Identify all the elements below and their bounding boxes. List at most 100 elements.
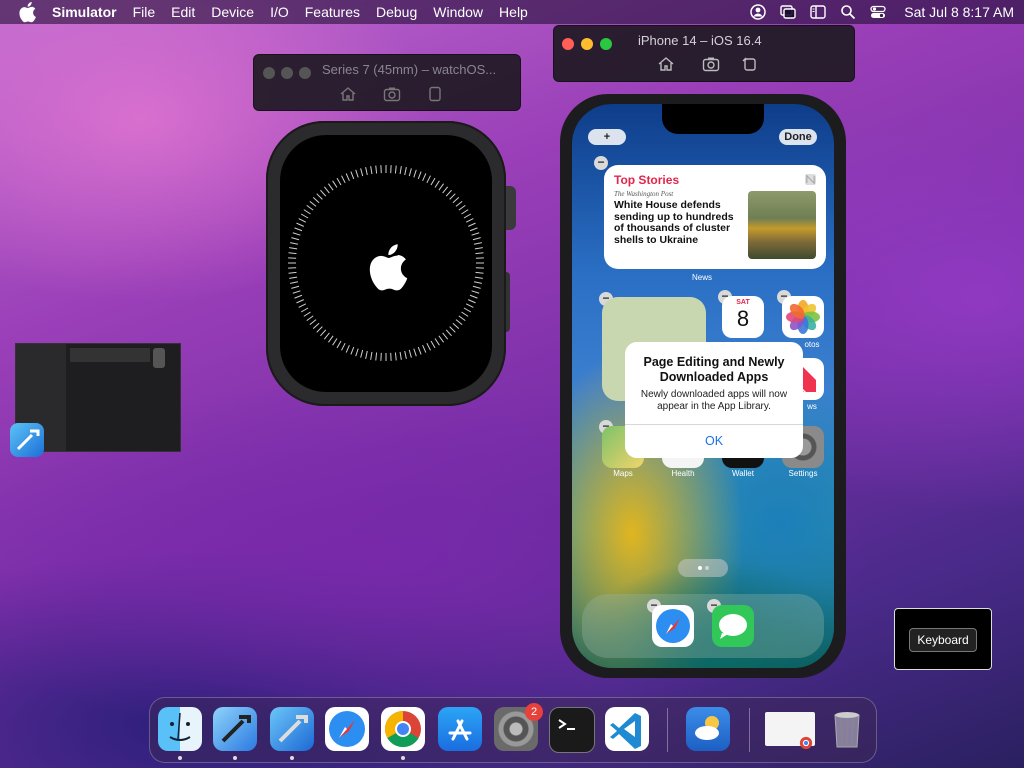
ring-tick [306, 204, 314, 211]
screenshot-icon[interactable] [383, 86, 401, 102]
ring-tick [327, 335, 334, 343]
running-indicator [290, 756, 294, 760]
xcode-hammer-icon [221, 715, 251, 743]
ring-tick [449, 326, 456, 333]
photos-app-icon[interactable] [782, 296, 824, 338]
ring-tick [365, 350, 368, 359]
minimized-chrome-window[interactable] [765, 712, 815, 750]
widget-headline: White House defends sending up to hundre… [614, 199, 734, 246]
ring-tick [445, 329, 452, 337]
photos-icon [786, 300, 820, 334]
ring-tick [320, 329, 327, 337]
sidebar-icon[interactable] [810, 4, 826, 20]
safari-app-icon[interactable] [325, 707, 369, 751]
ring-tick [438, 335, 445, 343]
control-center-icon[interactable] [870, 4, 886, 20]
news-thumbnail [748, 191, 816, 259]
menu-edit[interactable]: Edit [163, 0, 203, 24]
iphone-device: + Done − Top Stories The Washington Post… [560, 94, 846, 678]
rotate-icon[interactable] [426, 86, 444, 102]
alert-ok-button[interactable]: OK [625, 426, 803, 456]
iphone-close-button[interactable] [562, 38, 574, 50]
menu-debug[interactable]: Debug [368, 0, 425, 24]
screenshot-icon[interactable] [702, 56, 720, 72]
menu-io[interactable]: I/O [262, 0, 297, 24]
watch-screen[interactable] [280, 135, 492, 392]
ring-tick [449, 193, 456, 200]
app-store-icon[interactable] [438, 707, 482, 751]
remove-widget-button[interactable]: − [594, 156, 608, 170]
ring-tick [294, 294, 303, 299]
weather-app-icon[interactable] [686, 707, 730, 751]
ring-tick [355, 348, 359, 357]
menu-clock[interactable]: Sat Jul 8 8:17 AM [900, 0, 1014, 24]
home-icon[interactable] [657, 56, 675, 72]
watch-close-button[interactable] [263, 67, 275, 79]
dynamic-notch [662, 104, 764, 134]
watch-minimize-button[interactable] [281, 67, 293, 79]
home-icon[interactable] [339, 86, 357, 102]
menu-bar: Simulator File Edit Device I/O Features … [0, 0, 1024, 24]
ring-tick [336, 340, 342, 349]
wallet-label: Wallet [732, 469, 754, 478]
page-indicator[interactable] [678, 559, 728, 577]
rotate-icon[interactable] [741, 56, 759, 72]
ring-tick [289, 247, 298, 250]
watch-zoom-button[interactable] [299, 67, 311, 79]
iphone-zoom-button[interactable] [600, 38, 612, 50]
search-icon[interactable] [840, 4, 856, 20]
iphone-dock: − − [582, 594, 824, 658]
finder-app-icon[interactable] [158, 707, 202, 751]
messages-app-icon[interactable] [712, 605, 754, 647]
xcode-hammer-icon [278, 715, 308, 743]
ring-tick [399, 351, 402, 360]
calendar-app-icon[interactable]: SAT 8 [722, 296, 764, 338]
widget-heading: Top Stories [614, 173, 680, 187]
ring-tick [469, 227, 478, 232]
vscode-app-icon[interactable] [605, 707, 649, 751]
ring-tick [458, 315, 466, 322]
ring-tick [399, 166, 402, 175]
screen-mirroring-icon[interactable] [780, 4, 796, 20]
apple-menu-icon[interactable] [16, 0, 38, 24]
iphone-screen[interactable]: + Done − Top Stories The Washington Post… [572, 104, 834, 668]
menu-window[interactable]: Window [425, 0, 491, 24]
menu-app-name[interactable]: Simulator [44, 0, 125, 24]
add-widget-button[interactable]: + [588, 129, 626, 145]
ring-tick [294, 227, 303, 232]
ring-tick [289, 276, 298, 279]
ring-tick [306, 315, 314, 322]
news-widget[interactable]: Top Stories The Washington Post White Ho… [604, 165, 826, 269]
safari-app-icon[interactable] [652, 605, 694, 647]
menu-device[interactable]: Device [203, 0, 262, 24]
chrome-app-icon[interactable] [381, 707, 425, 751]
trash-icon[interactable] [825, 707, 869, 751]
maps-label: Maps [613, 469, 633, 478]
user-account-icon[interactable] [750, 4, 767, 20]
ring-tick [288, 252, 297, 255]
ring-tick [445, 189, 452, 197]
ring-tick [360, 168, 364, 177]
ring-tick [475, 271, 484, 274]
done-button[interactable]: Done [779, 129, 817, 145]
app-store-a-icon [448, 719, 472, 741]
keyboard-button[interactable]: Keyboard [909, 628, 977, 652]
iphone-window-title: iPhone 14 – iOS 16.4 [638, 33, 762, 48]
ring-tick [474, 247, 483, 250]
ring-tick [463, 213, 472, 219]
iphone-minimize-button[interactable] [581, 38, 593, 50]
xcode-app-icon[interactable] [270, 707, 314, 751]
ring-tick [442, 186, 449, 194]
ring-tick [312, 197, 320, 204]
ring-tick [473, 242, 482, 245]
terminal-prompt-icon [558, 719, 575, 730]
apple-logo-icon [369, 244, 408, 291]
menu-file[interactable]: File [125, 0, 164, 24]
menu-help[interactable]: Help [491, 0, 536, 24]
ring-tick [471, 232, 480, 236]
xcode-app-icon[interactable] [10, 423, 44, 457]
health-label: Health [671, 469, 695, 478]
menu-features[interactable]: Features [297, 0, 368, 24]
terminal-app-icon[interactable] [549, 707, 595, 753]
xcode-beta-app-icon[interactable] [213, 707, 257, 751]
